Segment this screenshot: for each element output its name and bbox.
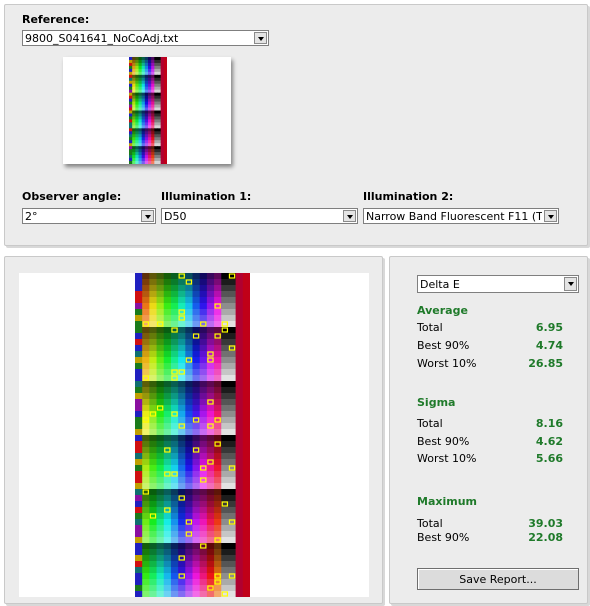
stat-label: Total xyxy=(417,517,443,530)
stat-label: Worst 10% xyxy=(417,357,477,370)
illumination-2-label: Illumination 2: xyxy=(363,190,454,203)
stat-row: Total 8.16 xyxy=(417,417,563,431)
stat-value: 6.95 xyxy=(535,321,563,334)
stat-row: Total 39.03 xyxy=(417,517,563,531)
illumination-1-label: Illumination 1: xyxy=(161,190,252,203)
stat-label: Total xyxy=(417,417,443,430)
observer-angle-label: Observer angle: xyxy=(22,190,122,203)
stat-row: Worst 10% 26.85 xyxy=(417,357,563,371)
reference-file-select[interactable]: 9800_S041641_NoCoAdj.txt xyxy=(22,30,269,46)
chevron-down-icon[interactable] xyxy=(544,210,557,222)
chart-view-panel xyxy=(4,256,383,604)
stat-row: Best 90% 4.62 xyxy=(417,435,563,449)
metric-select[interactable]: Delta E xyxy=(417,275,579,293)
chevron-down-icon[interactable] xyxy=(343,210,356,222)
stat-value: 39.03 xyxy=(528,517,563,530)
stat-value: 26.85 xyxy=(528,357,563,370)
stat-row: Best 90% 4.74 xyxy=(417,339,563,353)
sigma-title: Sigma xyxy=(417,396,456,409)
illumination-2-select[interactable]: Narrow Band Fluorescent F11 (TL84) xyxy=(363,208,559,224)
stat-row: Total 6.95 xyxy=(417,321,563,335)
chevron-down-icon[interactable] xyxy=(254,32,267,44)
reference-chart-strip xyxy=(129,57,167,164)
average-title: Average xyxy=(417,304,468,317)
stat-value: 5.66 xyxy=(535,452,563,465)
stat-label: Best 90% xyxy=(417,339,470,352)
stat-value: 22.08 xyxy=(528,531,563,544)
stat-label: Best 90% xyxy=(417,531,470,544)
stat-label: Total xyxy=(417,321,443,334)
stat-value: 4.62 xyxy=(535,435,563,448)
stat-row: Worst 10% 5.66 xyxy=(417,452,563,466)
illumination-1-select[interactable]: D50 xyxy=(161,208,358,224)
illumination-1-value: D50 xyxy=(164,210,187,223)
maximum-title: Maximum xyxy=(417,495,477,508)
statistics-panel: Delta E Average Total 6.95 Best 90% 4.74… xyxy=(389,256,588,604)
observer-angle-select[interactable]: 2° xyxy=(22,208,156,224)
reference-file-value: 9800_S041641_NoCoAdj.txt xyxy=(25,32,179,45)
color-chart-image xyxy=(135,273,250,597)
stat-label: Best 90% xyxy=(417,435,470,448)
stat-label: Worst 10% xyxy=(417,452,477,465)
observer-angle-value: 2° xyxy=(25,210,38,223)
reference-panel: Reference: 9800_S041641_NoCoAdj.txt Obse… xyxy=(4,4,588,246)
save-report-button[interactable]: Save Report... xyxy=(417,568,579,590)
metric-value: Delta E xyxy=(420,278,460,291)
color-patches xyxy=(129,57,167,164)
chevron-down-icon[interactable] xyxy=(564,277,577,291)
reference-label: Reference: xyxy=(22,13,90,26)
reference-preview xyxy=(63,57,231,164)
stat-value: 4.74 xyxy=(535,339,563,352)
chevron-down-icon[interactable] xyxy=(141,210,154,222)
stat-value: 8.16 xyxy=(535,417,563,430)
stat-row: Best 90% 22.08 xyxy=(417,531,563,545)
color-patches xyxy=(135,273,250,597)
chart-canvas xyxy=(19,273,369,597)
illumination-2-value: Narrow Band Fluorescent F11 (TL84) xyxy=(366,210,542,223)
